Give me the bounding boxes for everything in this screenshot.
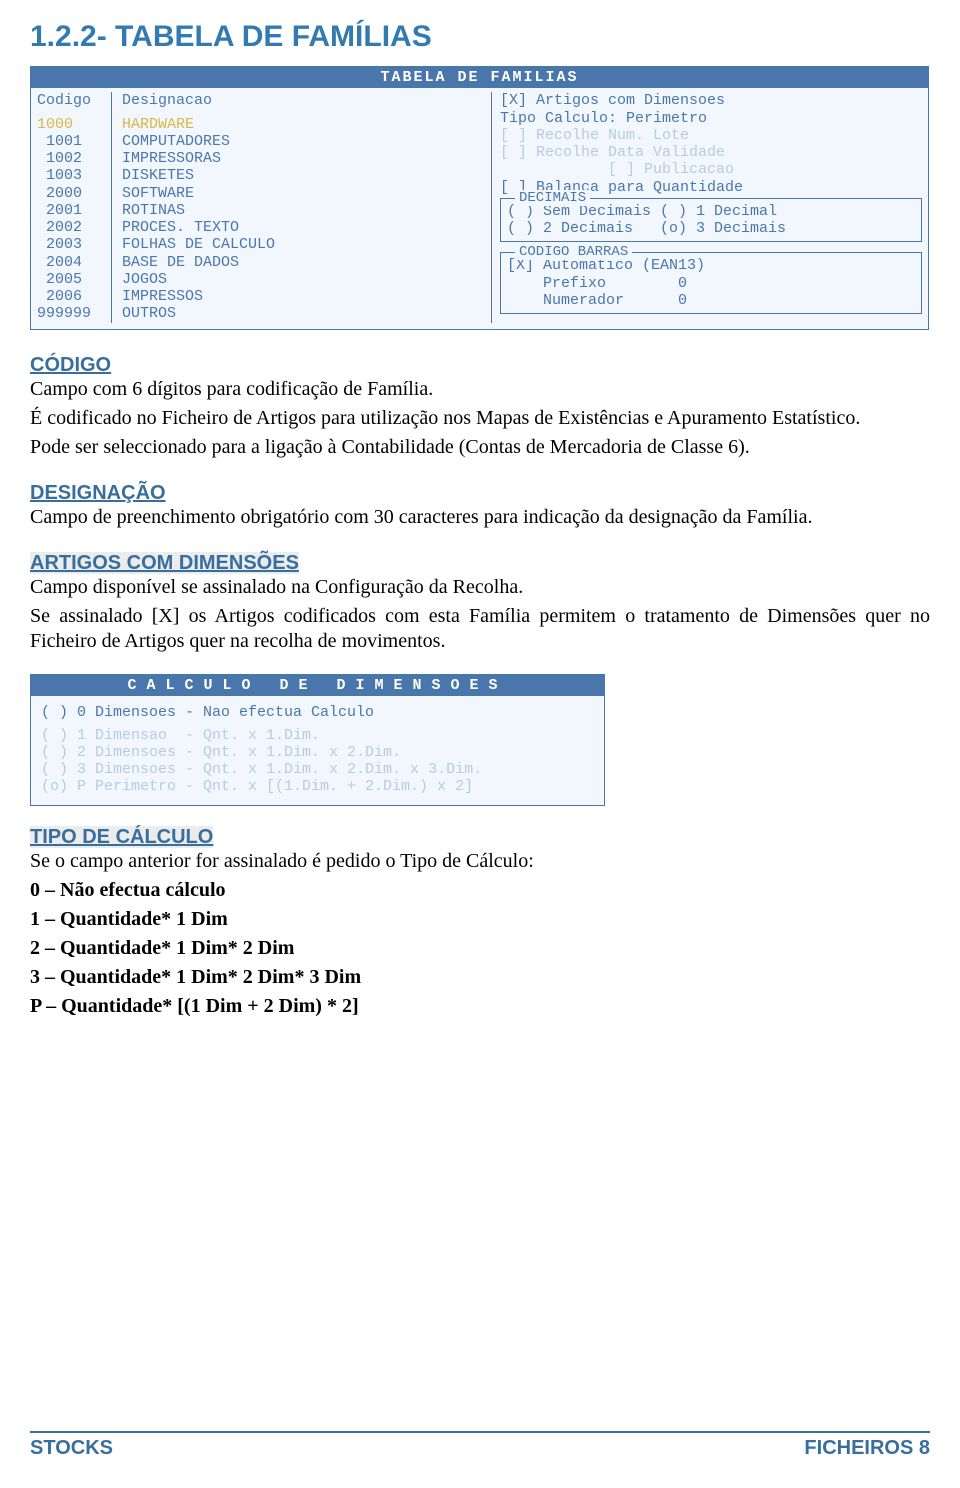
footer-left: STOCKS [30,1437,113,1460]
calculo-option[interactable]: ( ) 0 Dimensoes - Nao efectua Calculo [41,704,594,721]
table-row-designacao[interactable]: COMPUTADORES [122,133,487,150]
table-row-codigo[interactable]: 1000 [37,116,107,133]
table-row-designacao[interactable]: IMPRESSORAS [122,150,487,167]
barras-numerador: Numerador 0 [507,292,915,309]
codigo-text-2: É codificado no Ficheiro de Artigos para… [30,406,930,431]
table-row-designacao[interactable]: HARDWARE [122,116,487,133]
opt-tipo-calculo: Tipo Calculo: Perimetro [500,110,922,127]
table-row-designacao[interactable]: BASE DE DADOS [122,254,487,271]
decimais-row2[interactable]: ( ) 2 Decimais (o) 3 Decimais [507,220,915,237]
familias-terminal: TABELA DE FAMILIAS Codigo 1000 1001 1002… [30,66,929,330]
table-row-designacao[interactable]: DISKETES [122,167,487,184]
calculo-dimensoes-terminal: CALCULO DE DIMENSOES ( ) 0 Dimensoes - N… [30,674,605,806]
opt-artigos-dimensoes[interactable]: [X] Artigos com Dimensoes [500,92,922,109]
table-row-codigo[interactable]: 2006 [37,288,107,305]
footer-right: FICHEIROS 8 [804,1437,930,1460]
table-row-designacao[interactable]: IMPRESSOS [122,288,487,305]
tipo-calculo-p: P – Quantidade* [(1 Dim + 2 Dim) * 2] [30,994,930,1019]
opt-recolhe-lote[interactable]: [ ] Recolhe Num. Lote [500,127,922,144]
codigo-barras-label: CODIGO BARRAS [515,244,632,260]
calculo-option[interactable]: ( ) 1 Dimensao - Qnt. x 1.Dim. [41,727,594,744]
codigo-barras-box: CODIGO BARRAS [X] Automatico (EAN13) Pre… [500,252,922,314]
barras-prefixo: Prefixo 0 [507,275,915,292]
calculo-option[interactable]: ( ) 3 Dimensoes - Qnt. x 1.Dim. x 2.Dim.… [41,761,594,778]
table-row-designacao[interactable]: FOLHAS DE CALCULO [122,236,487,253]
table-row-codigo[interactable]: 2000 [37,185,107,202]
opt-recolhe-data-validade[interactable]: [ ] Recolhe Data Validade [500,144,922,161]
table-row-designacao[interactable]: OUTROS [122,305,487,322]
col-designacao: Designacao HARDWARECOMPUTADORESIMPRESSOR… [112,92,492,322]
calculo-option[interactable]: (o) P Perimetro - Qnt. x [(1.Dim. + 2.Di… [41,778,594,795]
designacao-text: Campo de preenchimento obrigatório com 3… [30,505,930,530]
page-title: 1.2.2- TABELA DE FAMÍLIAS [30,20,930,54]
decimais-box: DECIMAIS ( ) Sem Decimais ( ) 1 Decimal … [500,198,922,243]
decimais-label: DECIMAIS [515,190,590,206]
page-footer: STOCKS FICHEIROS 8 [30,1431,930,1460]
table-row-codigo[interactable]: 2005 [37,271,107,288]
artigos-dimensoes-text-2: Se assinalado [X] os Artigos codificados… [30,604,930,654]
tipo-calculo-3: 3 – Quantidade* 1 Dim* 2 Dim* 3 Dim [30,965,930,990]
opt-publicacao[interactable]: [ ] Publicacao [500,161,922,178]
table-row-codigo[interactable]: 2003 [37,236,107,253]
artigos-dimensoes-text-1: Campo disponível se assinalado na Config… [30,575,930,600]
calculo-option[interactable]: ( ) 2 Dimensoes - Qnt. x 1.Dim. x 2.Dim. [41,744,594,761]
col-codigo: Codigo 1000 1001 1002 1003 2000 2001 200… [37,92,112,322]
options-pane: [X] Artigos com Dimensoes Tipo Calculo: … [492,92,922,322]
table-row-designacao[interactable]: JOGOS [122,271,487,288]
tipo-calculo-heading: TIPO DE CÁLCULO [30,826,213,848]
tipo-calculo-intro: Se o campo anterior for assinalado é ped… [30,849,930,874]
codigo-text-1: Campo com 6 dígitos para codificação de … [30,377,930,402]
tipo-calculo-0: 0 – Não efectua cálculo [30,878,930,903]
table-row-codigo[interactable]: 1003 [37,167,107,184]
terminal-title: TABELA DE FAMILIAS [31,67,928,88]
designacao-heading: DESIGNAÇÃO [30,482,166,504]
artigos-dimensoes-heading: ARTIGOS COM DIMENSÕES [30,552,299,574]
codigo-text-3: Pode ser seleccionado para a ligação à C… [30,435,930,460]
calculo-terminal-title: CALCULO DE DIMENSOES [31,675,604,696]
tipo-calculo-1: 1 – Quantidade* 1 Dim [30,907,930,932]
codigo-heading: CÓDIGO [30,354,111,376]
table-row-codigo[interactable]: 999999 [37,305,107,322]
col-desig-head: Designacao [122,92,487,109]
tipo-calculo-2: 2 – Quantidade* 1 Dim* 2 Dim [30,936,930,961]
table-row-designacao[interactable]: SOFTWARE [122,185,487,202]
col-codigo-head: Codigo [37,92,107,109]
table-row-codigo[interactable]: 2002 [37,219,107,236]
table-row-codigo[interactable]: 1002 [37,150,107,167]
table-row-designacao[interactable]: PROCES. TEXTO [122,219,487,236]
table-row-designacao[interactable]: ROTINAS [122,202,487,219]
table-row-codigo[interactable]: 2001 [37,202,107,219]
table-row-codigo[interactable]: 2004 [37,254,107,271]
table-row-codigo[interactable]: 1001 [37,133,107,150]
